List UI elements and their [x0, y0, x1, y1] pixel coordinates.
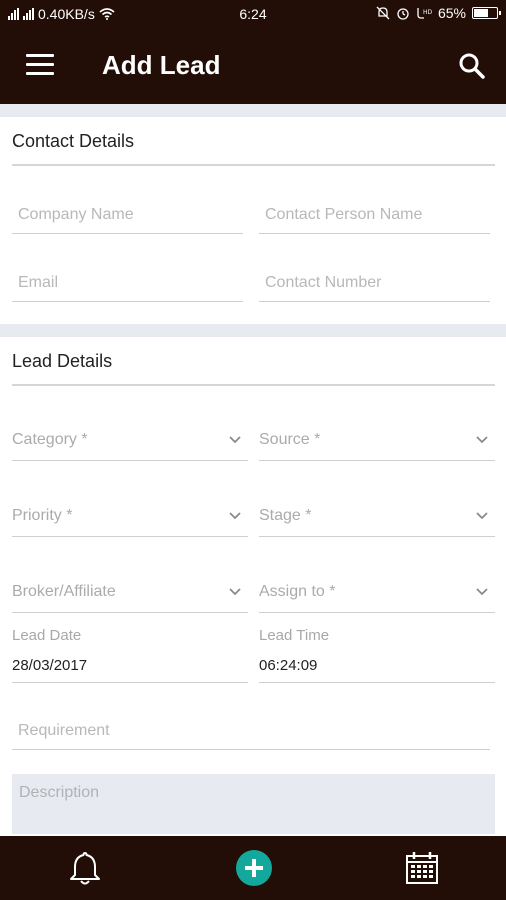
- signal-icon: [8, 8, 19, 20]
- lead-time-label: Lead Time: [259, 627, 330, 644]
- battery-fill: [474, 9, 489, 17]
- priority-dropdown[interactable]: Priority *: [12, 497, 248, 537]
- chevron-down-icon: [229, 436, 241, 444]
- add-button[interactable]: [236, 850, 272, 886]
- volte-icon: HD: [417, 8, 432, 19]
- category-placeholder: Category *: [12, 431, 88, 448]
- stage-dropdown[interactable]: Stage *: [259, 497, 495, 537]
- bottom-nav: [0, 836, 506, 900]
- source-dropdown[interactable]: Source *: [259, 421, 495, 461]
- section-divider: [0, 104, 506, 117]
- requirement-placeholder: Requirement: [18, 722, 110, 739]
- priority-placeholder: Priority *: [12, 507, 73, 524]
- calendar-icon[interactable]: [404, 850, 440, 886]
- contact-number-field[interactable]: Contact Number: [259, 266, 490, 302]
- broker-affiliate-placeholder: Broker/Affiliate: [12, 583, 116, 600]
- app-bar: Add Lead: [0, 28, 506, 104]
- description-placeholder: Description: [19, 784, 100, 801]
- lead-details-title: Lead Details: [12, 351, 113, 371]
- company-name-placeholder: Company Name: [18, 206, 134, 223]
- stage-placeholder: Stage *: [259, 507, 312, 524]
- assign-to-placeholder: Assign to *: [259, 583, 336, 600]
- status-bar: 0.40KB/s 6:24 HD 65%: [0, 0, 506, 28]
- contact-person-name-field[interactable]: Contact Person Name: [259, 198, 490, 234]
- chevron-down-icon: [476, 436, 488, 444]
- assign-to-dropdown[interactable]: Assign to *: [259, 573, 495, 613]
- lead-time-field[interactable]: 06:24:09: [259, 653, 495, 683]
- contact-details-title: Contact Details: [12, 131, 135, 151]
- email-field[interactable]: Email: [12, 266, 243, 302]
- hamburger-menu-icon[interactable]: [26, 54, 54, 76]
- battery-percent: 65%: [437, 5, 466, 21]
- contact-number-placeholder: Contact Number: [265, 274, 382, 291]
- lead-date-value: 28/03/2017: [12, 657, 88, 674]
- alarm-icon: [397, 8, 409, 20]
- email-placeholder: Email: [18, 274, 59, 291]
- broker-affiliate-dropdown[interactable]: Broker/Affiliate: [12, 573, 248, 613]
- network-speed: 0.40KB/s: [38, 6, 95, 22]
- chevron-down-icon: [476, 588, 488, 596]
- section-divider: [0, 324, 506, 337]
- chevron-down-icon: [229, 512, 241, 520]
- chevron-down-icon: [229, 588, 241, 596]
- add-icon: [245, 859, 263, 877]
- wifi-icon: [99, 8, 115, 20]
- battery-icon: [472, 7, 501, 19]
- lead-time-value: 06:24:09: [259, 657, 318, 674]
- silent-icon: [376, 6, 390, 20]
- section-underline: [12, 384, 495, 386]
- search-icon[interactable]: [458, 52, 486, 80]
- lead-date-label: Lead Date: [12, 627, 82, 644]
- status-right: HD 65%: [376, 5, 501, 21]
- notifications-bell-icon[interactable]: [68, 850, 102, 886]
- chevron-down-icon: [476, 512, 488, 520]
- page-title: Add Lead: [102, 50, 221, 80]
- requirement-field[interactable]: Requirement: [12, 714, 490, 750]
- signal-2-icon: [23, 8, 34, 20]
- section-underline: [12, 164, 495, 166]
- company-name-field[interactable]: Company Name: [12, 198, 243, 234]
- category-dropdown[interactable]: Category *: [12, 421, 248, 461]
- description-textarea[interactable]: Description: [12, 774, 495, 834]
- contact-person-name-placeholder: Contact Person Name: [265, 206, 423, 223]
- source-placeholder: Source *: [259, 431, 321, 448]
- status-left: 0.40KB/s: [8, 6, 115, 22]
- lead-date-field[interactable]: 28/03/2017: [12, 653, 248, 683]
- svg-text:HD: HD: [423, 9, 432, 16]
